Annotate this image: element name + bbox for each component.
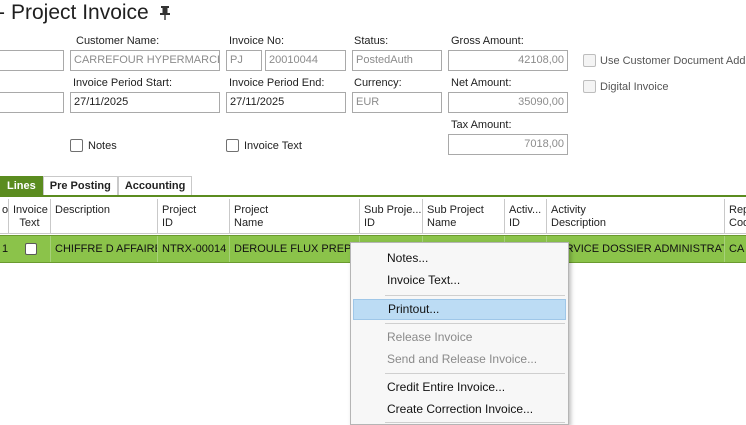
- col-no[interactable]: o: [0, 199, 8, 234]
- digital-invoice-checkbox[interactable]: [583, 80, 596, 93]
- tab-pre-posting[interactable]: Pre Posting: [42, 176, 118, 195]
- currency-field[interactable]: EUR: [352, 92, 442, 113]
- customer-name-field[interactable]: CARREFOUR HYPERMARCHES: [70, 50, 220, 71]
- menu-separator: [385, 323, 565, 324]
- gross-amount-field[interactable]: 42108,00: [448, 50, 568, 71]
- menu-item-notes[interactable]: Notes...: [353, 248, 566, 269]
- pin-icon[interactable]: [159, 5, 171, 21]
- period-start-field[interactable]: 27/11/2025: [70, 92, 220, 113]
- col-invoice-text[interactable]: Invoice Text: [8, 199, 50, 234]
- menu-item-invoice-text[interactable]: Invoice Text...: [353, 270, 566, 291]
- col-sub-project-name[interactable]: Sub Project Name: [422, 199, 504, 234]
- customer-name-label: Customer Name:: [76, 35, 160, 47]
- menu-item-release-invoice[interactable]: Release Invoice: [353, 327, 566, 348]
- tab-bar: Lines Pre Posting Accounting: [0, 176, 193, 195]
- col-description[interactable]: Description: [50, 199, 157, 234]
- net-amount-field[interactable]: 35090,00: [448, 92, 568, 113]
- col-project-id[interactable]: Project ID: [157, 199, 229, 234]
- notes-checkbox-label: Notes: [88, 140, 117, 152]
- cell-project-id: NTRX-00014: [157, 236, 229, 262]
- col-activity-id[interactable]: Activ... ID: [504, 199, 546, 234]
- cell-project-name: DEROULE FLUX PREPOC: [229, 236, 359, 262]
- menu-item-credit-entire-invoice[interactable]: Credit Entire Invoice...: [353, 377, 566, 398]
- left-field-2[interactable]: [0, 92, 64, 113]
- cell-rep-code: CA: [724, 236, 746, 262]
- status-field[interactable]: PostedAuth: [352, 50, 442, 71]
- context-menu: Notes... Invoice Text... Printout... Rel…: [350, 242, 569, 425]
- cell-description: CHIFFRE D AFFAIRE: [50, 236, 157, 262]
- left-field-1[interactable]: [0, 50, 64, 71]
- invoice-series-field[interactable]: PJ: [226, 50, 262, 71]
- digital-invoice-label: Digital Invoice: [600, 81, 669, 93]
- grid-header: o Invoice Text Description Project ID Pr…: [0, 199, 746, 234]
- menu-separator: [385, 422, 565, 423]
- tab-lines[interactable]: Lines: [0, 176, 43, 195]
- col-sub-project-id[interactable]: Sub Proje... ID: [359, 199, 422, 234]
- cell-no: 1: [2, 243, 8, 255]
- invoice-no-label: Invoice No:: [229, 35, 285, 47]
- period-end-field[interactable]: 27/11/2025: [226, 92, 346, 113]
- page-title: - Project Invoice: [0, 1, 171, 25]
- use-customer-doc-checkbox[interactable]: [583, 54, 596, 67]
- invoice-text-row-checkbox[interactable]: [25, 243, 37, 255]
- tab-underline: [0, 195, 746, 197]
- col-project-name[interactable]: Project Name: [229, 199, 359, 234]
- menu-item-send-and-release[interactable]: Send and Release Invoice...: [353, 349, 566, 370]
- page-title-text: Project Invoice: [11, 1, 149, 24]
- menu-separator: [385, 373, 565, 374]
- period-start-label: Invoice Period Start:: [73, 77, 173, 89]
- status-label: Status:: [354, 35, 389, 47]
- period-end-label: Invoice Period End:: [229, 77, 325, 89]
- invoice-text-checkbox-label: Invoice Text: [244, 140, 302, 152]
- title-prefix: -: [0, 1, 5, 25]
- col-activity-description[interactable]: Activity Description: [546, 199, 724, 234]
- menu-separator: [385, 295, 565, 296]
- invoice-text-checkbox[interactable]: [226, 139, 239, 152]
- tax-amount-field[interactable]: 7018,00: [448, 134, 568, 155]
- cell-activity-description: SERVICE DOSSIER ADMINISTRATIF: [546, 236, 724, 262]
- notes-checkbox[interactable]: [70, 139, 83, 152]
- gross-amount-label: Gross Amount:: [451, 35, 524, 47]
- invoice-no-field[interactable]: 20010044: [265, 50, 346, 71]
- col-rep-code[interactable]: Rep Cod: [724, 199, 746, 234]
- menu-item-create-correction-invoice[interactable]: Create Correction Invoice...: [353, 399, 566, 420]
- net-amount-label: Net Amount:: [451, 77, 512, 89]
- currency-label: Currency:: [354, 77, 402, 89]
- tab-accounting[interactable]: Accounting: [117, 176, 193, 195]
- use-customer-doc-label: Use Customer Document Addre: [600, 55, 746, 67]
- menu-item-printout[interactable]: Printout...: [353, 299, 566, 320]
- tax-amount-label: Tax Amount:: [451, 119, 512, 131]
